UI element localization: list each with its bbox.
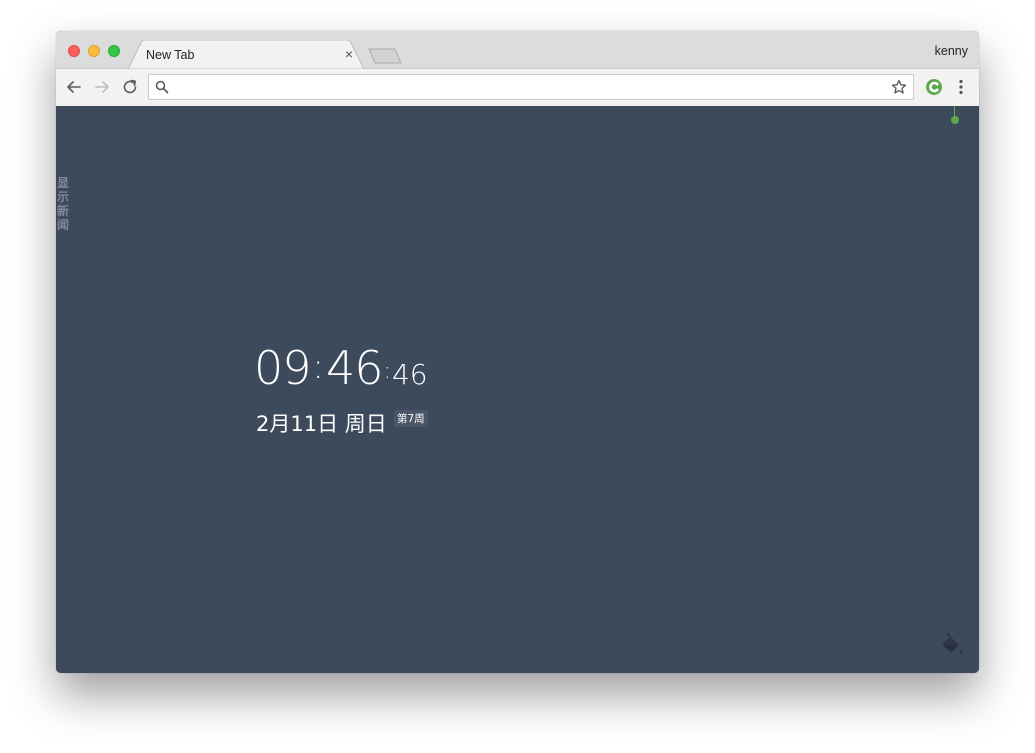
window-close-button[interactable] xyxy=(68,45,80,57)
new-tab-page: 显 示 新 闻 09:46:46 2月11日 周日 第7周 xyxy=(56,106,979,673)
clock-separator: : xyxy=(312,347,325,387)
browser-menu-button[interactable] xyxy=(951,77,971,97)
back-arrow-icon xyxy=(67,81,81,93)
news-toggle-char: 新 xyxy=(56,204,69,218)
extension-button[interactable] xyxy=(924,77,944,97)
more-vert-icon xyxy=(959,79,963,95)
browser-window: New Tab × kenny 显 示 新 闻 09:46:46 2月11日 周… xyxy=(56,31,979,673)
window-maximize-button[interactable] xyxy=(108,45,120,57)
extension-c-icon xyxy=(926,79,942,95)
clock-hours: 09 xyxy=(254,341,312,395)
clock-minutes: 46 xyxy=(326,341,384,395)
forward-arrow-icon xyxy=(95,81,109,93)
week-number-badge: 第7周 xyxy=(394,410,428,427)
reload-icon xyxy=(123,79,137,94)
window-minimize-button[interactable] xyxy=(88,45,100,57)
news-toggle-char: 示 xyxy=(56,190,69,204)
tab-strip: New Tab × kenny xyxy=(56,31,979,69)
clock-seconds: 46 xyxy=(391,358,428,391)
pin-dot-icon[interactable] xyxy=(951,116,959,124)
paint-bucket-icon xyxy=(942,632,963,655)
news-toggle-char: 显 xyxy=(56,176,69,190)
new-tab-button[interactable] xyxy=(368,48,402,64)
reload-button[interactable] xyxy=(120,77,140,97)
search-icon xyxy=(155,80,169,94)
tab-close-icon[interactable]: × xyxy=(341,46,357,62)
tab-title: New Tab xyxy=(146,48,195,62)
address-input[interactable] xyxy=(175,77,879,99)
tab-new-tab[interactable]: New Tab × xyxy=(128,40,364,69)
date-text: 2月11日 周日 xyxy=(256,412,387,436)
new-tab-icon xyxy=(368,48,402,64)
news-toggle-char: 闻 xyxy=(56,218,69,232)
clock: 09:46:46 xyxy=(254,341,428,395)
show-news-toggle[interactable]: 显 示 新 闻 xyxy=(56,176,70,232)
bookmark-star-icon[interactable] xyxy=(891,79,907,95)
theme-button[interactable] xyxy=(939,632,965,659)
profile-name[interactable]: kenny xyxy=(935,44,968,58)
clock-seconds-separator: : xyxy=(383,359,391,384)
back-button[interactable] xyxy=(64,77,84,97)
forward-button[interactable] xyxy=(92,77,112,97)
browser-toolbar xyxy=(56,69,979,107)
address-bar[interactable] xyxy=(148,74,914,100)
